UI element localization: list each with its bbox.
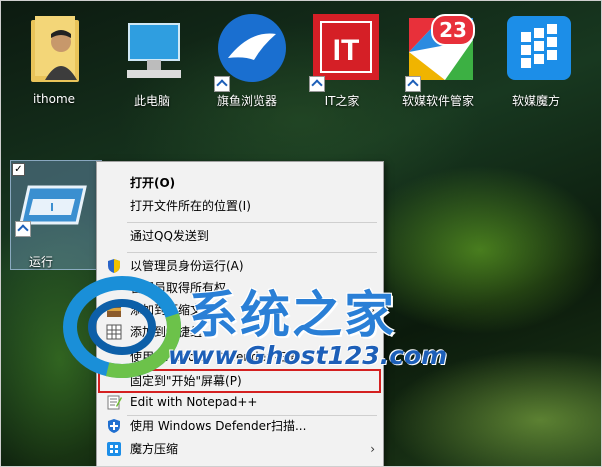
notepad-icon <box>106 394 122 410</box>
menu-item-label: 以管理员身份运行(A) <box>130 259 244 273</box>
menu-item-defender-scan-2[interactable]: 使用 Windows Defender扫描... <box>97 415 383 437</box>
shortcut-arrow-icon <box>405 76 421 92</box>
menu-item-label: 添加到压缩文件 <box>130 303 215 317</box>
archive-icon <box>106 302 122 318</box>
menu-item-label: 使用 Windows Defender 扫描 <box>130 350 299 364</box>
highlight-box <box>98 369 381 393</box>
menu-item-take-ownership[interactable]: 管理员取得所有权 <box>97 277 383 299</box>
menu-item-run-as-admin[interactable]: 以管理员身份运行(A) <box>97 255 383 277</box>
desktop-icon-this-pc[interactable]: 此电脑 <box>110 12 194 109</box>
menu-item-add-to-quick-group[interactable]: 添加到快捷组 › <box>97 321 383 343</box>
menu-item-add-to-archive[interactable]: 添加到压缩文件 › <box>97 299 383 321</box>
chevron-right-icon: › <box>370 303 375 317</box>
icon-label: ithome <box>32 92 76 106</box>
menu-item-label: 打开(O) <box>130 176 176 190</box>
ithome-logo-icon: IT <box>309 12 379 92</box>
context-menu: 打开(O) 打开文件所在的位置(I) 通过QQ发送到 以管理员身份运行(A) 管… <box>96 161 384 467</box>
selection-checkbox[interactable]: ✓ <box>12 163 25 176</box>
notification-badge: 23 <box>431 14 475 46</box>
menu-item-label: Edit with Notepad++ <box>130 395 258 409</box>
monitor-icon <box>119 12 185 84</box>
ithome-logo-text: IT <box>333 34 360 67</box>
icon-label: 旗鱼浏览器 <box>216 94 277 108</box>
uac-shield-icon <box>106 258 122 274</box>
icon-label: IT之家 <box>324 94 360 108</box>
shortcut-arrow-icon <box>309 76 325 92</box>
cube-app-icon <box>503 12 571 84</box>
desktop-icon-rubik-cube[interactable]: 软媒魔方 <box>494 12 578 109</box>
menu-separator <box>127 222 377 223</box>
shortcut-arrow-icon <box>15 221 31 237</box>
cube-icon <box>106 441 122 457</box>
desktop-icon-qiyu-browser[interactable]: 旗鱼浏览器 <box>205 12 289 109</box>
icon-label: 此电脑 <box>133 94 170 108</box>
menu-item-label: 打开文件所在的位置(I) <box>130 199 251 213</box>
chevron-right-icon: › <box>370 442 375 456</box>
menu-item-edit-with-notepad[interactable]: Edit with Notepad++ <box>97 391 383 413</box>
desktop: ithome 此电脑 旗鱼浏览器 IT IT之家 软媒软件管家 23 软媒魔方 … <box>0 0 602 467</box>
menu-item-defender-scan[interactable]: 使用 Windows Defender 扫描 <box>97 346 383 368</box>
selected-icon-run[interactable]: 运行 <box>10 160 102 270</box>
badge-count: 23 <box>439 18 467 42</box>
menu-item-label: 魔方压缩 <box>130 442 179 456</box>
defender-icon <box>106 418 122 434</box>
menu-item-mofang-compress[interactable]: 魔方压缩 › <box>97 438 383 460</box>
check-icon: ✓ <box>14 164 23 175</box>
menu-item-open[interactable]: 打开(O) <box>97 172 383 194</box>
menu-item-label: 通过QQ发送到 <box>130 229 209 243</box>
chevron-right-icon: › <box>370 325 375 339</box>
menu-item-label: 管理员取得所有权 <box>130 281 227 295</box>
desktop-icon-ithome-app[interactable]: IT IT之家 <box>300 12 384 109</box>
icon-label: 软媒软件管家 <box>401 94 474 108</box>
icon-label: 软媒魔方 <box>511 94 560 108</box>
shortcut-arrow-icon <box>214 76 230 92</box>
icon-label: 运行 <box>28 255 53 269</box>
swordfish-browser-icon <box>214 12 286 92</box>
user-folder-icon <box>21 12 87 84</box>
menu-separator <box>127 252 377 253</box>
grid-icon <box>106 324 122 340</box>
menu-item-label: 添加到快捷组 <box>130 325 203 339</box>
menu-item-send-via-qq[interactable]: 通过QQ发送到 <box>97 225 383 247</box>
menu-item-label: 使用 Windows Defender扫描... <box>130 419 307 433</box>
menu-item-open-file-location[interactable]: 打开文件所在的位置(I) <box>97 195 383 217</box>
desktop-icon-ithome[interactable]: ithome <box>12 12 96 106</box>
